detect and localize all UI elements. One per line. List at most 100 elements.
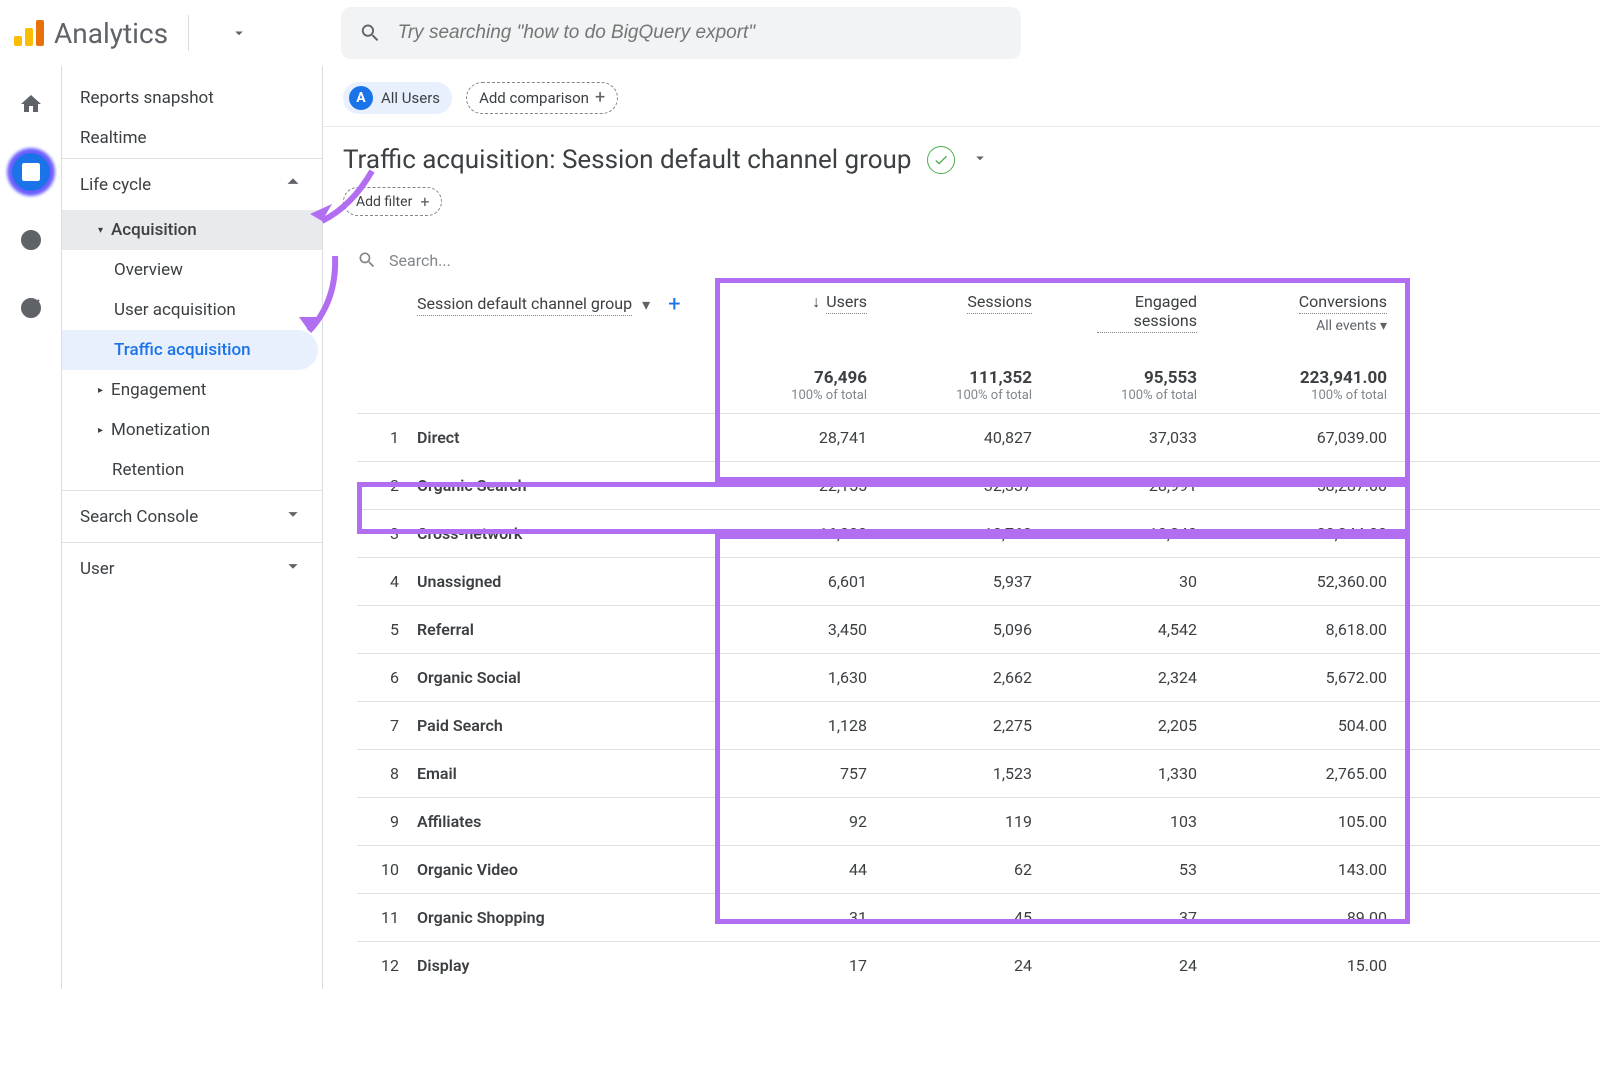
row-engaged: 30 (1042, 572, 1207, 591)
search-icon (359, 21, 382, 45)
row-index: 3 (357, 524, 417, 543)
caret-down-icon: ▾ (1380, 318, 1387, 334)
add-comparison-button[interactable]: Add comparison + (466, 82, 618, 114)
nav-monetization[interactable]: ▸ Monetization (62, 410, 322, 450)
data-table: Session default channel group ▾ + ↓Users… (357, 284, 1600, 989)
nav-home[interactable] (11, 84, 51, 124)
table-header-row: Session default channel group ▾ + ↓Users… (357, 284, 1600, 368)
nav-engagement[interactable]: ▸ Engagement (62, 370, 322, 410)
app-name: Analytics (54, 17, 168, 50)
row-sessions: 2,662 (877, 668, 1042, 687)
row-conversions: 2,765.00 (1207, 764, 1397, 783)
search-bar[interactable] (341, 7, 1021, 59)
nav-reports[interactable] (11, 152, 51, 192)
row-engaged: 4,542 (1042, 620, 1207, 639)
row-conversions: 52,360.00 (1207, 572, 1397, 591)
row-sessions: 5,096 (877, 620, 1042, 639)
nav-rail (0, 66, 62, 989)
row-users: 44 (727, 860, 877, 879)
row-index: 5 (357, 620, 417, 639)
nav-section-search-console[interactable]: Search Console (62, 490, 322, 542)
table-row[interactable]: 5Referral3,4505,0964,5428,618.00 (357, 605, 1600, 653)
row-conversions: 28,344.00 (1207, 524, 1397, 543)
row-sessions: 1,523 (877, 764, 1042, 783)
row-users: 6,601 (727, 572, 877, 591)
col-sessions[interactable]: Sessions (877, 292, 1042, 314)
col-conversions[interactable]: Conversions All events ▾ (1207, 292, 1397, 334)
sort-down-icon: ↓ (812, 292, 820, 312)
row-engaged: 18,240 (1042, 524, 1207, 543)
row-users: 92 (727, 812, 877, 831)
row-dimension: Unassigned (417, 572, 727, 591)
add-dimension-button[interactable]: + (668, 292, 680, 317)
table-row[interactable]: 8Email7571,5231,3302,765.00 (357, 749, 1600, 797)
status-ok-icon[interactable] (927, 146, 955, 174)
row-sessions: 119 (877, 812, 1042, 831)
row-dimension: Paid Search (417, 716, 727, 735)
table-row[interactable]: 11Organic Shopping31453789.00 (357, 893, 1600, 941)
row-index: 11 (357, 908, 417, 927)
nav-acquisition[interactable]: ▾ Acquisition (62, 210, 322, 250)
search-input[interactable] (398, 22, 1003, 44)
chevron-up-icon (282, 171, 304, 198)
table-row[interactable]: 10Organic Video446253143.00 (357, 845, 1600, 893)
row-users: 16,280 (727, 524, 877, 543)
add-filter-button[interactable]: Add filter + (343, 187, 442, 216)
table-row[interactable]: 1Direct28,74140,82737,03367,039.00 (357, 413, 1600, 461)
row-engaged: 2,324 (1042, 668, 1207, 687)
row-engaged: 28,991 (1042, 476, 1207, 495)
row-conversions: 8,618.00 (1207, 620, 1397, 639)
table-row[interactable]: 7Paid Search1,1282,2752,205504.00 (357, 701, 1600, 749)
nav-realtime[interactable]: Realtime (62, 118, 322, 158)
nav-explore[interactable] (11, 220, 51, 260)
nav-section-user[interactable]: User (62, 542, 322, 594)
chip-all-users[interactable]: A All Users (343, 82, 452, 114)
nav-retention[interactable]: Retention (62, 450, 322, 490)
row-dimension: Organic Video (417, 860, 727, 879)
dimension-header[interactable]: Session default channel group ▾ + (417, 292, 727, 317)
table-row[interactable]: 3Cross-network16,28018,76318,24028,344.0… (357, 509, 1600, 557)
top-bar: Analytics (0, 0, 1600, 66)
table-search[interactable]: Search... (357, 244, 1600, 284)
row-engaged: 37,033 (1042, 428, 1207, 447)
caret-right-icon: ▸ (98, 385, 103, 396)
table-totals-row: 76,496100% of total 111,352100% of total… (357, 368, 1600, 413)
row-users: 757 (727, 764, 877, 783)
col-users[interactable]: ↓Users (727, 292, 877, 314)
row-conversions: 89.00 (1207, 908, 1397, 927)
title-dropdown[interactable] (971, 149, 989, 172)
nav-reports-snapshot[interactable]: Reports snapshot (62, 78, 322, 118)
table-row[interactable]: 6Organic Social1,6302,6622,3245,672.00 (357, 653, 1600, 701)
table-row[interactable]: 12Display17242415.00 (357, 941, 1600, 989)
row-conversions: 143.00 (1207, 860, 1397, 879)
nav-section-life-cycle[interactable]: Life cycle (62, 158, 322, 210)
nav-acquisition-traffic[interactable]: Traffic acquisition (62, 330, 318, 370)
row-dimension: Email (417, 764, 727, 783)
row-engaged: 103 (1042, 812, 1207, 831)
total-engaged: 95,553100% of total (1042, 368, 1207, 403)
chip-all-users-badge: A (349, 86, 373, 110)
row-conversions: 5,672.00 (1207, 668, 1397, 687)
nav-advertising[interactable] (11, 288, 51, 328)
row-users: 17 (727, 956, 877, 975)
total-sessions: 111,352100% of total (877, 368, 1042, 403)
row-users: 1,128 (727, 716, 877, 735)
nav-acquisition-user[interactable]: User acquisition (62, 290, 322, 330)
row-engaged: 37 (1042, 908, 1207, 927)
row-engaged: 2,205 (1042, 716, 1207, 735)
main-content: A All Users Add comparison + Traffic acq… (322, 66, 1600, 989)
table-row[interactable]: 9Affiliates92119103105.00 (357, 797, 1600, 845)
row-users: 1,630 (727, 668, 877, 687)
nav-acquisition-overview[interactable]: Overview (62, 250, 322, 290)
table-row[interactable]: 4Unassigned6,6015,9373052,360.00 (357, 557, 1600, 605)
row-users: 3,450 (727, 620, 877, 639)
row-conversions: 15.00 (1207, 956, 1397, 975)
row-index: 8 (357, 764, 417, 783)
ga-logo-icon (14, 20, 44, 46)
property-dropdown[interactable] (209, 24, 269, 42)
table-row[interactable]: 2Organic Search22,15532,33728,99158,287.… (357, 461, 1600, 509)
col-engaged-sessions[interactable]: Engaged sessions (1042, 292, 1207, 333)
chevron-down-icon (282, 555, 304, 582)
row-sessions: 18,763 (877, 524, 1042, 543)
caret-right-icon: ▸ (98, 425, 103, 436)
